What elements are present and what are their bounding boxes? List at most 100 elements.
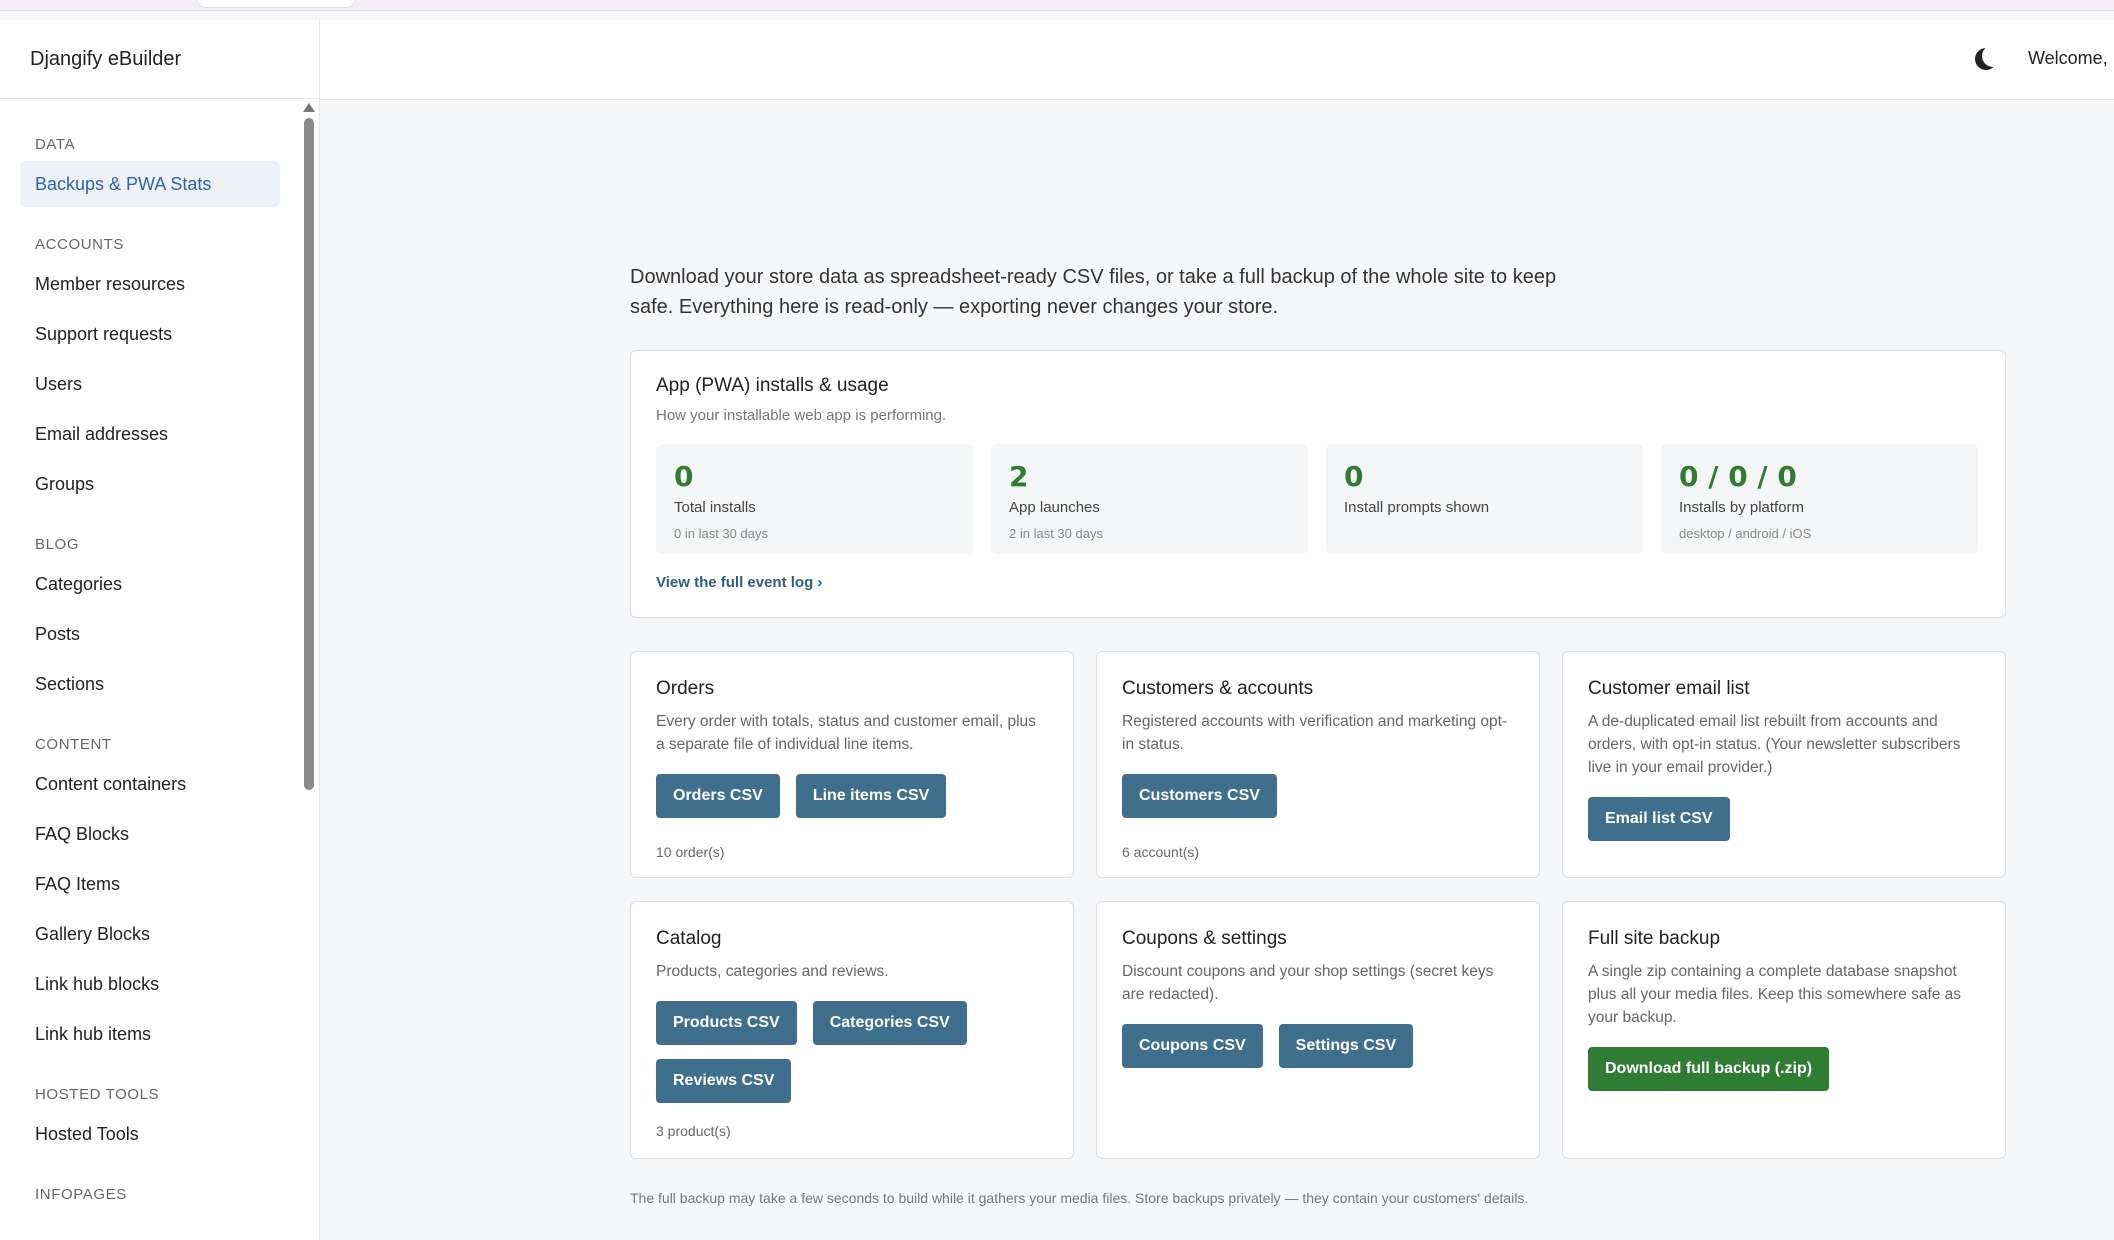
export-count: 3 product(s) bbox=[656, 1123, 731, 1139]
nav-gap bbox=[20, 511, 300, 519]
export-card-desc: Every order with totals, status and cust… bbox=[656, 713, 1036, 753]
stat-installs-by-platform: 0 / 0 / 0 Installs by platform desktop /… bbox=[1661, 444, 1978, 554]
moon-icon[interactable] bbox=[1975, 48, 1997, 70]
export-card-desc: Discount coupons and your shop settings … bbox=[1122, 963, 1494, 1003]
pwa-card-title: App (PWA) installs & usage bbox=[656, 375, 889, 396]
sidebar-item-link-hub-blocks[interactable]: Link hub blocks bbox=[20, 961, 280, 1007]
categories-csv-button[interactable]: Categories CSV bbox=[812, 1001, 967, 1045]
sidebar-item-groups[interactable]: Groups bbox=[20, 461, 280, 507]
scrollbar-thumb[interactable] bbox=[304, 118, 314, 790]
stat-hint: 2 in last 30 days bbox=[1009, 526, 1103, 541]
email-list-csv-button[interactable]: Email list CSV bbox=[1588, 797, 1730, 841]
stat-value: 0 bbox=[1344, 460, 1364, 493]
export-count: 6 account(s) bbox=[1122, 844, 1200, 860]
reviews-csv-button[interactable]: Reviews CSV bbox=[656, 1059, 792, 1103]
export-card-desc: A single zip containing a complete datab… bbox=[1588, 963, 1962, 1026]
export-card-title: Catalog bbox=[656, 928, 722, 949]
sidebar-item-posts[interactable]: Posts bbox=[20, 611, 280, 657]
stat-label: App launches bbox=[1009, 499, 1100, 516]
orders-csv-button[interactable]: Orders CSV bbox=[656, 774, 780, 818]
welcome-text: Welcome, I bbox=[2028, 48, 2114, 68]
main-content: Download your store data as spreadsheet-… bbox=[630, 262, 2006, 1206]
export-card-customers: Customers & accounts Registered accounts… bbox=[1096, 651, 1540, 878]
export-card-orders: Orders Every order with totals, status a… bbox=[630, 651, 1074, 878]
export-card-desc: Registered accounts with verification an… bbox=[1122, 713, 1508, 753]
stat-hint: desktop / android / iOS bbox=[1679, 526, 1812, 541]
stats-row: 0 Total installs 0 in last 30 days 2 App… bbox=[656, 444, 1980, 554]
sidebar: Djangify eBuilder DATA Backups & PWA Stat… bbox=[0, 20, 320, 1240]
stat-install-prompts: 0 Install prompts shown bbox=[1326, 444, 1643, 554]
export-button-row: Coupons CSV Settings CSV bbox=[1122, 1024, 1514, 1068]
stat-label: Total installs bbox=[674, 499, 756, 516]
stat-app-launches: 2 App launches 2 in last 30 days bbox=[991, 444, 1308, 554]
coupons-csv-button[interactable]: Coupons CSV bbox=[1122, 1024, 1263, 1068]
browser-tab-strip bbox=[0, 0, 2114, 11]
export-card-desc: Products, categories and reviews. bbox=[656, 963, 889, 980]
download-full-backup-button[interactable]: Download full backup (.zip) bbox=[1588, 1047, 1830, 1091]
pwa-stats-card: App (PWA) installs & usage How your inst… bbox=[630, 350, 2006, 618]
stat-total-installs: 0 Total installs 0 in last 30 days bbox=[656, 444, 973, 554]
stat-label: Installs by platform bbox=[1679, 499, 1805, 516]
nav-gap bbox=[20, 1161, 300, 1169]
export-button-row: Products CSV Categories CSV Reviews CSV bbox=[656, 1001, 1048, 1103]
stat-label: Install prompts shown bbox=[1344, 499, 1490, 516]
sidebar-scrollbar[interactable] bbox=[303, 103, 315, 803]
topbar: Welcome, I bbox=[320, 20, 2114, 100]
sidebar-item-support-requests[interactable]: Support requests bbox=[20, 311, 280, 357]
backup-footnote: The full backup may take a few seconds t… bbox=[630, 1190, 1529, 1206]
nav-gap bbox=[20, 211, 300, 219]
sidebar-item-member-resources[interactable]: Member resources bbox=[20, 261, 280, 307]
customers-csv-button[interactable]: Customers CSV bbox=[1122, 774, 1277, 818]
export-card-full-backup: Full site backup A single zip containing… bbox=[1562, 901, 2006, 1159]
products-csv-button[interactable]: Products CSV bbox=[656, 1001, 797, 1045]
export-card-coupons-settings: Coupons & settings Discount coupons and … bbox=[1096, 901, 1540, 1159]
stat-value: 0 bbox=[674, 460, 694, 493]
sidebar-item-faq-blocks[interactable]: FAQ Blocks bbox=[20, 811, 280, 857]
export-card-title: Full site backup bbox=[1588, 928, 1721, 949]
event-log-link[interactable]: View the full event log › bbox=[656, 574, 822, 591]
nav-section-heading: BLOG bbox=[35, 536, 80, 553]
sidebar-nav-list: DATA Backups & PWA Stats ACCOUNTS Member re… bbox=[0, 99, 300, 1219]
export-card-title: Coupons & settings bbox=[1122, 928, 1287, 949]
sidebar-nav: DATA Backups & PWA Stats ACCOUNTS Member re… bbox=[0, 99, 319, 1239]
export-card-email-list: Customer email list A de-duplicated emai… bbox=[1562, 651, 2006, 878]
sidebar-item-categories[interactable]: Categories bbox=[20, 561, 280, 607]
sidebar-item-content-containers[interactable]: Content containers bbox=[20, 761, 280, 807]
export-button-row: Download full backup (.zip) bbox=[1588, 1047, 1980, 1091]
sidebar-item-email-addresses[interactable]: Email addresses bbox=[20, 411, 280, 457]
nav-section-heading: CONTENT bbox=[35, 736, 112, 753]
export-button-row: Orders CSV Line items CSV bbox=[656, 774, 1048, 818]
sidebar-item-backups-pwa-stats[interactable]: Backups & PWA Stats bbox=[20, 161, 280, 207]
sidebar-item-users[interactable]: Users bbox=[20, 361, 280, 407]
sidebar-item-hosted-tools[interactable]: Hosted Tools bbox=[20, 1111, 280, 1157]
pwa-card-subtitle: How your installable web app is performi… bbox=[656, 407, 947, 424]
export-card-title: Customers & accounts bbox=[1122, 678, 1314, 699]
nav-gap bbox=[20, 1211, 300, 1219]
export-card-catalog: Catalog Products, categories and reviews… bbox=[630, 901, 1074, 1159]
export-count: 10 order(s) bbox=[656, 844, 725, 860]
export-card-title: Orders bbox=[656, 678, 715, 699]
export-button-row: Email list CSV bbox=[1588, 797, 1980, 841]
brand-title[interactable]: Djangify eBuilder bbox=[0, 20, 319, 99]
nav-section-heading: INFOPAGES bbox=[35, 1186, 127, 1203]
nav-gap bbox=[20, 1061, 300, 1069]
nav-gap bbox=[20, 711, 300, 719]
browser-tab[interactable] bbox=[196, 0, 356, 8]
sidebar-item-sections[interactable]: Sections bbox=[20, 661, 280, 707]
export-card-desc: A de-duplicated email list rebuilt from … bbox=[1588, 713, 1961, 776]
nav-section-heading: ACCOUNTS bbox=[35, 236, 124, 253]
nav-section-heading: DATA bbox=[35, 136, 76, 153]
intro-text: Download your store data as spreadsheet-… bbox=[630, 266, 1557, 318]
sidebar-item-link-hub-items[interactable]: Link hub items bbox=[20, 1011, 280, 1057]
settings-csv-button[interactable]: Settings CSV bbox=[1278, 1024, 1414, 1068]
nav-section-heading: HOSTED TOOLS bbox=[35, 1086, 160, 1103]
stat-value: 2 bbox=[1009, 460, 1029, 493]
sidebar-item-faq-items[interactable]: FAQ Items bbox=[20, 861, 280, 907]
scroll-up-arrow-icon[interactable] bbox=[303, 103, 315, 112]
stat-hint: 0 in last 30 days bbox=[674, 526, 768, 541]
export-button-row: Customers CSV bbox=[1122, 774, 1514, 818]
sidebar-item-gallery-blocks[interactable]: Gallery Blocks bbox=[20, 911, 280, 957]
export-card-title: Customer email list bbox=[1588, 678, 1750, 699]
line-items-csv-button[interactable]: Line items CSV bbox=[795, 774, 947, 818]
stat-value: 0 / 0 / 0 bbox=[1679, 460, 1797, 493]
